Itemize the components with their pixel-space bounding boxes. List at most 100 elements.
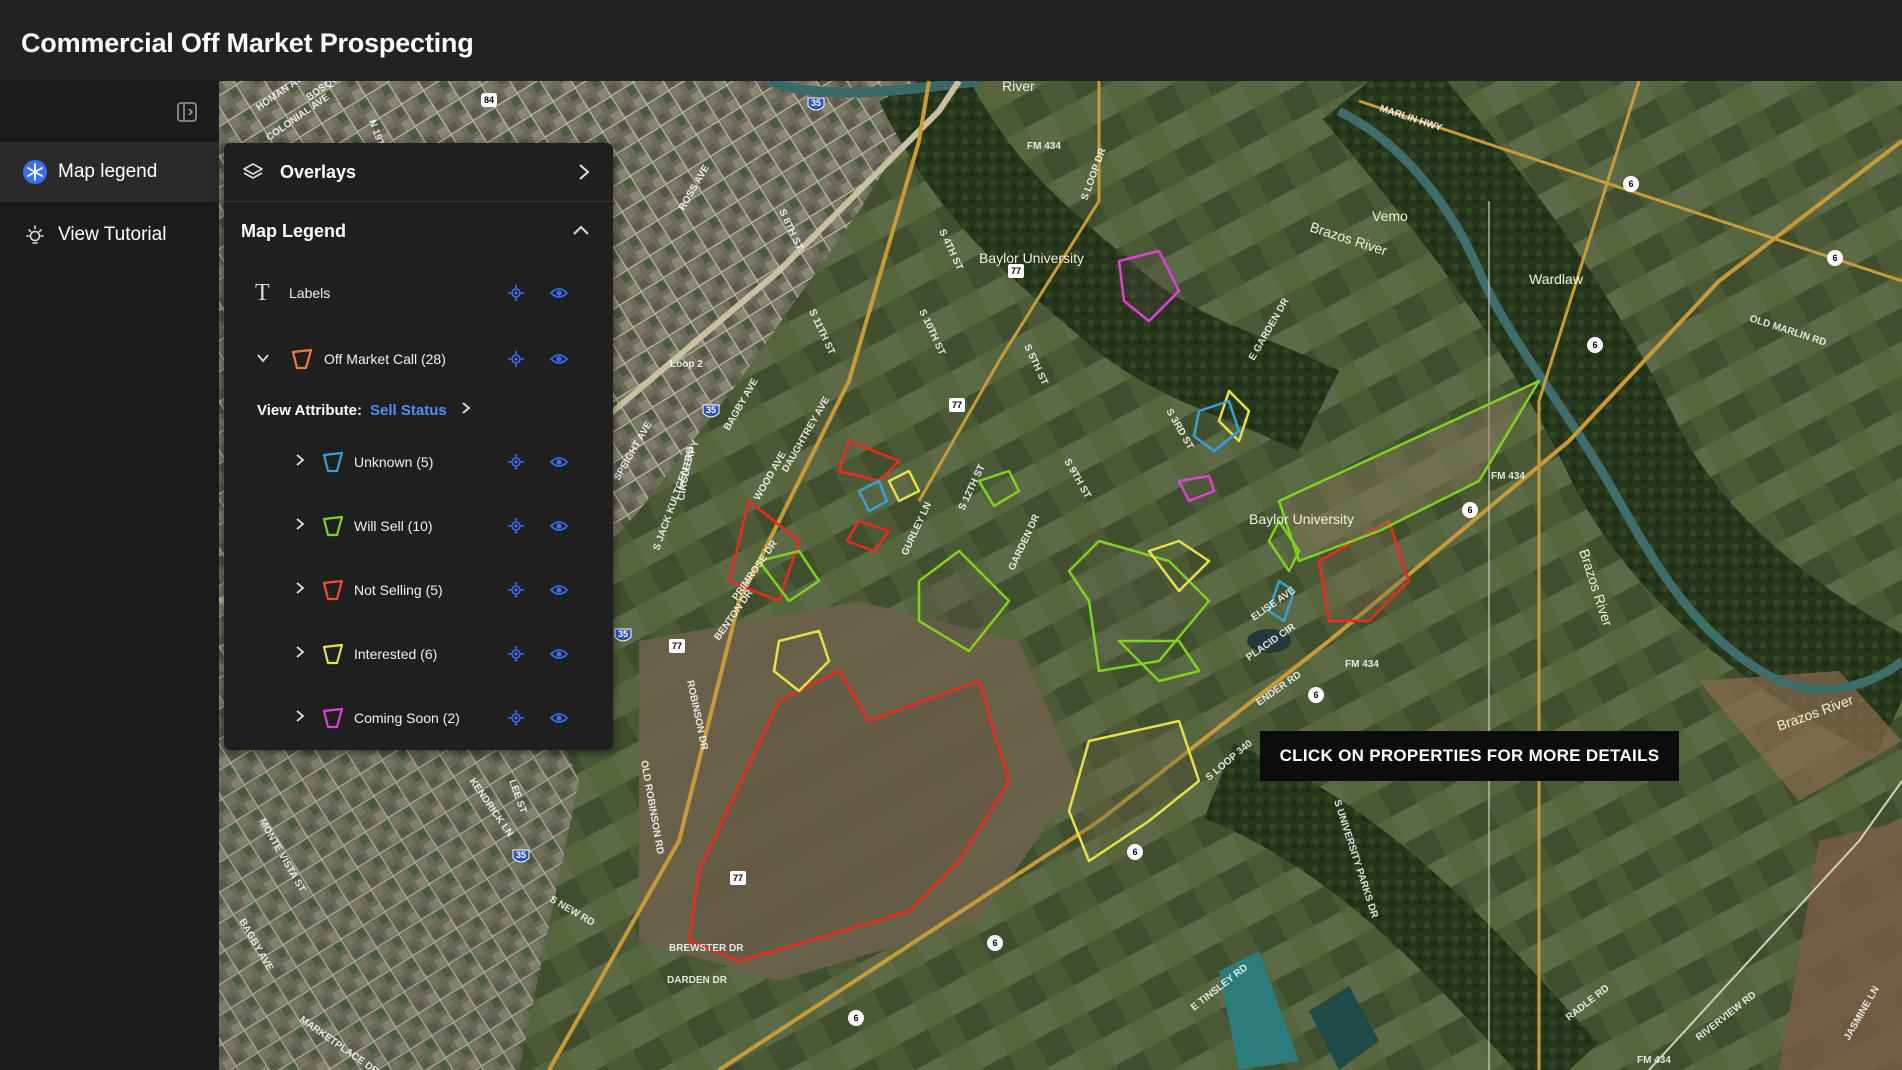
category-row-coming-soon: Coming Soon (2): [224, 698, 613, 738]
text-icon: T: [255, 279, 270, 306]
map-legend-header[interactable]: Map Legend: [224, 201, 613, 261]
map-hint-tooltip: CLICK ON PROPERTIES FOR MORE DETAILS: [1260, 731, 1679, 781]
category-label: Not Selling (5): [354, 582, 443, 598]
map-place-label: River: [1002, 81, 1035, 94]
route-shield: 6: [1127, 844, 1143, 860]
route-shield: 77: [669, 639, 685, 653]
sidebar: Map legend View Tutorial: [0, 81, 219, 1070]
polygon-swatch-icon: [321, 707, 345, 729]
visibility-eye-icon[interactable]: [549, 517, 569, 535]
chevron-up-icon[interactable]: [571, 223, 591, 242]
sidebar-collapse-icon[interactable]: [176, 101, 198, 123]
legend-panel: Overlays Map Legend T Labels Off Market …: [224, 143, 613, 750]
polygon-swatch-icon: [321, 515, 345, 537]
route-shield: 35: [702, 404, 720, 418]
layer-label: Off Market Call (28): [324, 351, 446, 367]
sidebar-item-view-tutorial[interactable]: View Tutorial: [0, 205, 219, 265]
layer-row-labels: T Labels: [224, 273, 613, 313]
chevron-right-icon[interactable]: [295, 709, 305, 728]
route-shield: 6: [848, 1010, 864, 1026]
sidebar-item-label: View Tutorial: [58, 224, 167, 245]
map-road-label: BREWSTER DR: [669, 943, 744, 954]
map-road-label: Loop 2: [670, 359, 703, 370]
svg-text:77: 77: [952, 400, 962, 410]
locate-icon[interactable]: [507, 517, 525, 535]
route-shield: 6: [1462, 502, 1478, 518]
map-place-label: Vemo: [1372, 208, 1408, 224]
locate-icon[interactable]: [507, 350, 525, 368]
map-legend-title: Map Legend: [241, 220, 347, 241]
visibility-eye-icon[interactable]: [549, 581, 569, 599]
map-road-label: FM 434: [1491, 471, 1525, 482]
svg-text:6: 6: [1628, 179, 1633, 189]
locate-icon[interactable]: [507, 284, 525, 302]
chevron-right-icon[interactable]: [295, 453, 305, 472]
category-label: Interested (6): [354, 646, 438, 662]
locate-icon[interactable]: [507, 581, 525, 599]
app-title: Commercial Off Market Prospecting: [21, 28, 474, 58]
map-place-label: Baylor University: [1249, 511, 1354, 527]
route-shield: 84: [481, 93, 497, 107]
visibility-eye-icon[interactable]: [549, 350, 569, 368]
route-shield: 77: [1008, 264, 1024, 278]
svg-text:6: 6: [1592, 340, 1597, 350]
map-road-label: DARDEN DR: [667, 975, 728, 986]
view-attribute-row[interactable]: View Attribute: Sell Status: [224, 395, 613, 425]
svg-text:6: 6: [853, 1013, 858, 1023]
visibility-eye-icon[interactable]: [549, 645, 569, 663]
chevron-right-icon[interactable]: [295, 517, 305, 536]
category-row-unknown: Unknown (5): [224, 442, 613, 482]
category-row-will-sell: Will Sell (10): [224, 506, 613, 546]
locate-icon[interactable]: [507, 453, 525, 471]
category-label: Coming Soon (2): [354, 710, 460, 726]
layer-row-off-market-call: Off Market Call (28): [224, 339, 613, 379]
chevron-right-icon[interactable]: [461, 401, 471, 419]
svg-text:84: 84: [484, 95, 494, 105]
map-road-label: FM 434: [1027, 141, 1061, 152]
route-shield: 35: [614, 628, 632, 642]
snowflake-icon: [22, 159, 48, 185]
svg-text:35: 35: [516, 850, 526, 860]
route-shield: 77: [730, 871, 746, 885]
sidebar-item-label: Map legend: [58, 161, 158, 182]
category-row-interested: Interested (6): [224, 634, 613, 674]
locate-icon[interactable]: [507, 645, 525, 663]
svg-text:6: 6: [1832, 253, 1837, 263]
view-attribute-label: View Attribute:: [257, 401, 363, 419]
visibility-eye-icon[interactable]: [549, 453, 569, 471]
layers-icon: [242, 161, 264, 183]
chevron-right-icon[interactable]: [295, 581, 305, 600]
chevron-right-icon[interactable]: [295, 645, 305, 664]
route-shield: 6: [1587, 337, 1603, 353]
map-place-label: Wardlaw: [1529, 271, 1584, 287]
route-shield: 6: [1308, 687, 1324, 703]
category-row-not-selling: Not Selling (5): [224, 570, 613, 610]
category-label: Unknown (5): [354, 454, 434, 470]
category-label: Will Sell (10): [354, 518, 433, 534]
visibility-eye-icon[interactable]: [549, 709, 569, 727]
route-shield: 35: [512, 849, 530, 863]
route-shield: 77: [949, 398, 965, 412]
overlays-row[interactable]: Overlays: [224, 143, 613, 202]
polygon-swatch-icon: [321, 579, 345, 601]
sidebar-item-map-legend[interactable]: Map legend: [0, 142, 219, 202]
map-road-label: FM 434: [1637, 1055, 1671, 1066]
route-shield: 6: [987, 935, 1003, 951]
svg-text:35: 35: [706, 405, 716, 415]
polygon-swatch-icon: [321, 643, 345, 665]
chevron-down-icon[interactable]: [256, 350, 270, 368]
visibility-eye-icon[interactable]: [549, 284, 569, 302]
svg-text:6: 6: [1467, 505, 1472, 515]
polygon-swatch-icon: [321, 451, 345, 473]
route-shield: 6: [1623, 176, 1639, 192]
chevron-right-icon[interactable]: [577, 162, 591, 187]
locate-icon[interactable]: [507, 709, 525, 727]
svg-text:6: 6: [1313, 690, 1318, 700]
polygon-swatch-icon: [290, 348, 314, 370]
svg-text:35: 35: [618, 629, 628, 639]
view-attribute-value[interactable]: Sell Status: [370, 402, 447, 419]
svg-text:6: 6: [1132, 847, 1137, 857]
route-shield: 6: [1827, 250, 1843, 266]
map-place-label: Baylor University: [979, 250, 1084, 266]
layer-label: Labels: [289, 285, 331, 301]
